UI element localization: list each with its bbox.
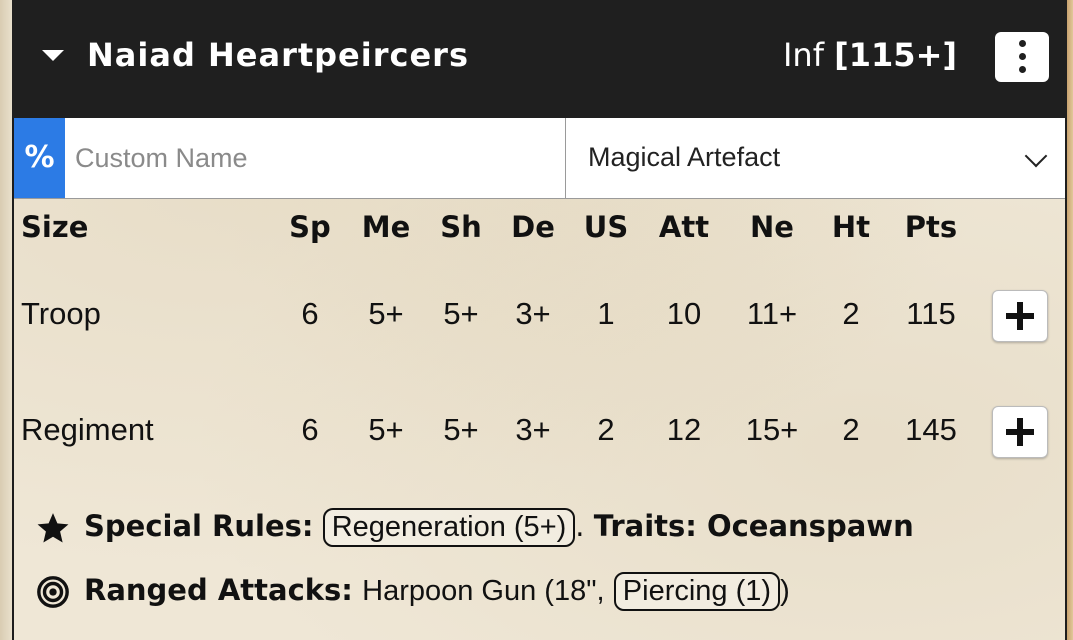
row-us: 2 [597,412,615,447]
row-sp: 6 [301,296,319,331]
customization-row: % Magical Artefact [14,118,1065,199]
col-header-pts: Pts [904,210,958,244]
row-me: 5+ [368,412,404,447]
page-edge-left [0,0,12,640]
row-sp: 6 [301,412,319,447]
plus-icon-stem [1017,418,1023,446]
row-ht: 2 [842,296,860,331]
col-header-us: US [583,210,629,244]
row-me: 5+ [368,296,404,331]
unit-type: Inf [115+] [783,36,957,74]
row-size: Regiment [21,412,154,447]
page-edge-right [1067,0,1073,640]
ellipsis-dot [1019,53,1026,60]
row-sh: 5+ [443,296,479,331]
traits-text: Traits: Oceanspawn [593,509,914,543]
add-troop-button[interactable] [992,290,1048,342]
row-pts: 115 [906,296,956,331]
special-rules-line: Special Rules: Regeneration (5+). Traits… [36,508,914,547]
percent-button[interactable]: % [14,118,65,198]
col-header-size: Size [21,210,89,244]
col-header-me: Me [361,210,411,244]
rules-separator: . [575,509,585,543]
row-pts: 145 [905,412,957,447]
col-header-sh: Sh [440,210,482,244]
row-ht: 2 [842,412,860,447]
row-de: 3+ [515,412,551,447]
ranged-attacks-label: Ranged Attacks: [84,573,353,607]
plus-icon-stem [1017,302,1023,330]
unit-points-tag: [115+] [834,36,957,74]
target-icon [37,576,69,608]
col-header-sp: Sp [289,210,331,244]
row-us: 1 [597,296,615,331]
col-header-ht: Ht [831,210,871,244]
row-att: 12 [666,412,702,447]
custom-name-input[interactable] [65,118,565,198]
artefact-select[interactable]: Magical Artefact [588,118,1058,198]
unit-name: Naiad Heartpeircers [87,36,469,74]
row-sh: 5+ [443,412,479,447]
rule-regeneration[interactable]: Regeneration (5+) [322,508,576,547]
unit-type-prefix: Inf [782,36,824,74]
unit-header: Naiad Heartpeircers Inf [115+] [12,0,1067,118]
vertical-ellipsis-icon [1019,40,1026,47]
ranged-weapon: Harpoon Gun (18", [362,575,605,607]
ellipsis-dot [1019,66,1026,73]
ranged-close-paren: ) [780,575,790,607]
divider [565,118,566,198]
caret-down-icon[interactable] [42,50,64,61]
unit-menu-button[interactable] [995,32,1049,82]
row-ne: 15+ [745,412,799,447]
rule-piercing[interactable]: Piercing (1) [613,572,781,611]
ranged-attacks-line: Ranged Attacks: Harpoon Gun (18", Pierci… [36,572,790,611]
special-rules-label: Special Rules: [84,509,314,543]
artefact-select-value: Magical Artefact [588,142,781,172]
col-header-att: Att [658,210,710,244]
add-regiment-button[interactable] [992,406,1048,458]
col-header-de: De [511,210,555,244]
chevron-down-icon [1024,144,1048,168]
row-de: 3+ [515,296,551,331]
row-ne: 11+ [746,296,798,331]
row-size: Troop [21,296,101,331]
col-header-ne: Ne [750,210,794,244]
row-att: 10 [666,296,702,331]
star-icon [37,513,69,543]
